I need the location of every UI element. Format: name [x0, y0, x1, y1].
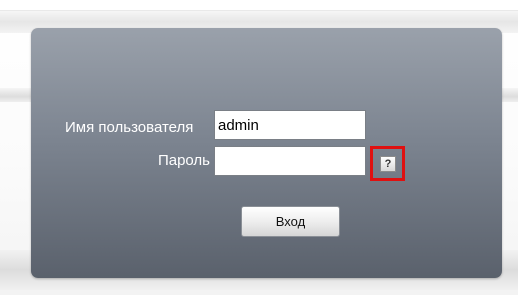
- help-button[interactable]: ?: [380, 156, 396, 172]
- password-input[interactable]: [214, 146, 366, 176]
- password-label: Пароль: [157, 152, 210, 169]
- username-input[interactable]: [214, 110, 366, 140]
- login-button-label: Вход: [275, 214, 306, 229]
- login-button[interactable]: Вход: [241, 206, 340, 237]
- login-panel: Имя пользователя Пароль ? Вход: [31, 28, 502, 278]
- help-highlight-frame: ?: [370, 146, 405, 181]
- help-question-icon: ?: [384, 158, 392, 170]
- username-label: Имя пользователя: [65, 119, 194, 136]
